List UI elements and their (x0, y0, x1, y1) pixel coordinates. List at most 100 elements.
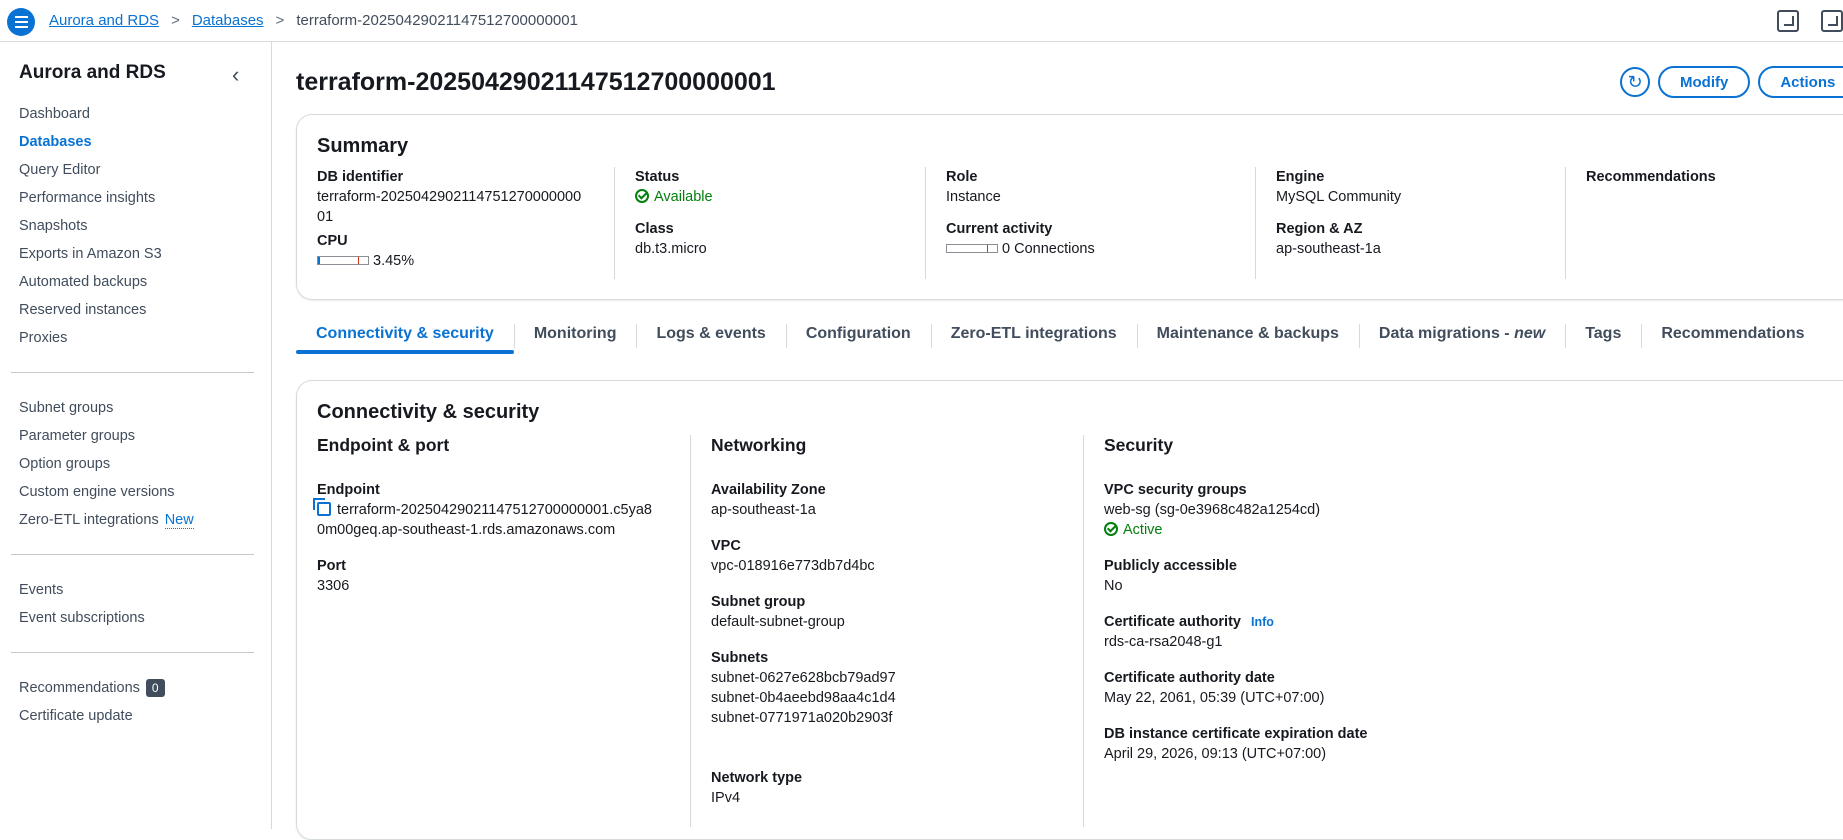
screen-icon[interactable] (1777, 10, 1799, 32)
sidebar-item-zero-etl[interactable]: Zero-ETL integrations New (19, 506, 194, 534)
ca-info-link[interactable]: Info (1251, 615, 1274, 629)
sidebar-item-subnet-groups[interactable]: Subnet groups (19, 394, 194, 422)
public-value: No (1104, 578, 1123, 594)
connectivity-title: Connectivity & security (317, 401, 540, 423)
subnet-group-field: Subnet group default-subnet-group (711, 592, 1083, 632)
region-value: ap-southeast-1a (1276, 241, 1381, 257)
tab-logs-events[interactable]: Logs & events (636, 320, 785, 358)
tab-connectivity-security[interactable]: Connectivity & security (296, 320, 514, 358)
tab-tags[interactable]: Tags (1565, 320, 1641, 358)
networking-section: Networking Availability Zone ap-southeas… (711, 435, 1084, 827)
ca-label-row: Certificate authority Info (1104, 612, 1704, 632)
status-badge: Available (635, 187, 925, 207)
subnet-link[interactable]: subnet-0b4aeebd98aa4c1d4 (711, 688, 1083, 708)
network-type-value: IPv4 (711, 790, 741, 806)
refresh-icon: ↻ (1627, 71, 1643, 92)
activity-bar-threshold (987, 245, 988, 252)
menu-icon[interactable] (7, 8, 35, 36)
sidebar-item-automated-backups[interactable]: Automated backups (19, 268, 162, 296)
connectivity-panel: Connectivity & security Endpoint & port … (296, 380, 1843, 840)
ca-field: Certificate authority Info rds-ca-rsa2048… (1104, 612, 1704, 652)
summary-title: Summary (317, 135, 409, 157)
actions-button[interactable]: Actions▾ (1758, 66, 1843, 98)
subnet-group-value: default-subnet-group (711, 614, 845, 630)
tab-monitoring[interactable]: Monitoring (513, 320, 637, 358)
db-identifier-line2: 01 (317, 209, 334, 225)
tab-configuration[interactable]: Configuration (785, 320, 931, 358)
breadcrumb: Aurora and RDS > Databases > terraform-2… (49, 12, 578, 29)
cpu-bar-threshold (358, 257, 359, 264)
tab-data-migrations[interactable]: Data migrations - new (1358, 320, 1565, 358)
page-title: terraform-20250429021147512700000001 (296, 68, 776, 96)
collapse-icon[interactable]: ‹ (232, 64, 239, 86)
summary-panel: Summary DB identifier terraform-20250429… (296, 114, 1843, 300)
chevron-right-icon: > (275, 12, 285, 29)
sidebar-item-event-subscriptions[interactable]: Event subscriptions (19, 604, 145, 632)
sidebar-item-snapshots[interactable]: Snapshots (19, 212, 162, 240)
ca-date-label: Certificate authority date (1104, 670, 1275, 686)
endpoint-port-heading: Endpoint & port (317, 435, 450, 455)
sidebar-item-label: Zero-ETL integrations (19, 512, 159, 528)
detail-tabs: Connectivity & security Monitoring Logs … (296, 320, 1824, 358)
status-label: Status (635, 169, 680, 185)
sidebar-item-events[interactable]: Events (19, 576, 145, 604)
tab-maintenance-backups[interactable]: Maintenance & backups (1136, 320, 1359, 358)
sidebar-item-query-editor[interactable]: Query Editor (19, 156, 162, 184)
subnet-link[interactable]: subnet-0627e628bcb79ad97 (711, 668, 1083, 688)
count-badge: 0 (145, 679, 165, 698)
ca-date-field: Certificate authority date May 22, 2061,… (1104, 668, 1704, 708)
vpc-sg-label: VPC security groups (1104, 482, 1247, 498)
role-label: Role (946, 169, 978, 185)
endpoint-field: Endpoint terraform-202504290211475127000… (313, 480, 690, 540)
sidebar-item-proxies[interactable]: Proxies (19, 324, 162, 352)
summary-col-role: Role Instance Current activity 0 Connect… (946, 167, 1256, 279)
sidebar-item-parameter-groups[interactable]: Parameter groups (19, 422, 194, 450)
sidebar-item-reserved-instances[interactable]: Reserved instances (19, 296, 162, 324)
new-badge: New (164, 512, 194, 529)
chevron-right-icon: > (171, 12, 180, 29)
db-identifier-line1: terraform-2025042902114751270000000 (317, 189, 582, 205)
refresh-button[interactable]: ↻ (1620, 67, 1650, 97)
public-label: Publicly accessible (1104, 558, 1237, 574)
activity-row: 0 Connections (946, 239, 1255, 259)
breadcrumb-aurora-rds[interactable]: Aurora and RDS (49, 12, 159, 29)
sidebar-item-performance-insights[interactable]: Performance insights (19, 184, 162, 212)
vpc-sg-link[interactable]: web-sg (sg-0e3968c482a1254cd) (1104, 500, 1704, 520)
class-value: db.t3.micro (635, 241, 707, 257)
tab-label: Data migrations - (1378, 325, 1515, 342)
tab-recommendations[interactable]: Recommendations (1641, 320, 1824, 358)
activity-label: Current activity (946, 221, 1053, 237)
public-field: Publicly accessible No (1104, 556, 1704, 596)
cpu-value: 3.45% (373, 253, 415, 269)
breadcrumb-current: terraform-20250429021147512700000001 (296, 12, 578, 29)
vpc-link[interactable]: vpc-018916e773db7d4bc (711, 558, 875, 574)
subnets-label: Subnets (711, 650, 769, 666)
sidebar-item-custom-engine-versions[interactable]: Custom engine versions (19, 478, 194, 506)
subnets-field: Subnets subnet-0627e628bcb79ad97 subnet-… (711, 648, 1083, 728)
cert-exp-value: April 29, 2026, 09:13 (UTC+07:00) (1104, 746, 1327, 762)
endpoint-label: Endpoint (317, 482, 380, 498)
sidebar: Aurora and RDS ‹ Dashboard Databases Que… (0, 42, 272, 829)
modify-button[interactable]: Modify (1658, 66, 1751, 98)
top-icons (1777, 10, 1843, 32)
az-label: Availability Zone (711, 482, 826, 498)
sidebar-item-option-groups[interactable]: Option groups (19, 450, 194, 478)
subnet-link[interactable]: subnet-0771971a020b2903f (711, 708, 1083, 728)
tab-zero-etl[interactable]: Zero-ETL integrations (930, 320, 1137, 358)
sidebar-item-databases[interactable]: Databases (19, 128, 162, 156)
sidebar-item-label: Recommendations (19, 680, 140, 696)
sidebar-item-dashboard[interactable]: Dashboard (19, 100, 162, 128)
ca-value: rds-ca-rsa2048-g1 (1104, 634, 1223, 650)
sidebar-item-certificate-update[interactable]: Certificate update (19, 702, 165, 730)
check-circle-icon (635, 189, 649, 203)
side-panel-icon[interactable] (1821, 10, 1843, 32)
subnet-group-label: Subnet group (711, 594, 806, 610)
summary-col-engine: Engine MySQL Community Region & AZ ap-so… (1256, 167, 1566, 279)
recommendations-label: Recommendations (1586, 169, 1716, 185)
breadcrumb-databases[interactable]: Databases (192, 12, 264, 29)
sidebar-item-recommendations[interactable]: Recommendations 0 (19, 674, 165, 702)
networking-heading: Networking (711, 435, 807, 455)
ca-label: Certificate authority (1104, 614, 1241, 630)
sidebar-item-exports-s3[interactable]: Exports in Amazon S3 (19, 240, 162, 268)
copy-icon[interactable] (313, 498, 331, 516)
